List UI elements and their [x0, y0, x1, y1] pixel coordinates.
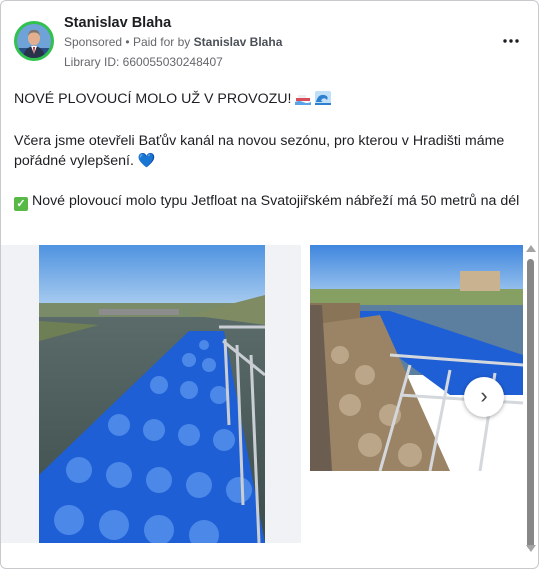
more-options-icon[interactable] [498, 32, 524, 50]
scroll-down-arrow-icon[interactable] [526, 545, 536, 552]
scroll-up-arrow-icon[interactable] [526, 245, 536, 252]
headline-line: NOVÉ PLOVOUCÍ MOLO UŽ V PROVOZU! [14, 89, 519, 111]
scrollbar-thumb[interactable] [527, 259, 534, 549]
check-mark-emoji-icon: ✓ [14, 197, 28, 211]
image-carousel[interactable]: › [1, 245, 538, 547]
paragraph-1: Včera jsme otevřeli Baťův kanál na novou… [14, 133, 505, 169]
paid-for-name[interactable]: Stanislav Blaha [194, 35, 283, 49]
author-avatar[interactable] [14, 21, 54, 61]
library-id: Library ID: 660055030248407 [64, 55, 223, 69]
wave-emoji-icon [315, 91, 332, 111]
post-text: NOVÉ PLOVOUCÍ MOLO UŽ V PROVOZU! Včera j… [14, 89, 519, 211]
floating-pier-photo-1[interactable] [39, 245, 265, 543]
carousel-card-1[interactable] [1, 245, 301, 543]
post-header: Stanislav Blaha Sponsored • Paid for by … [14, 14, 524, 70]
ship-emoji-icon [295, 91, 312, 111]
headline: NOVÉ PLOVOUCÍ MOLO UŽ V PROVOZU! [14, 91, 292, 107]
blue-heart-emoji-icon: 💙 [137, 153, 156, 169]
author-name[interactable]: Stanislav Blaha [64, 15, 171, 31]
carousel-next-button[interactable]: › [464, 377, 504, 417]
sponsored-label: Sponsored [64, 35, 123, 49]
chevron-right-icon: › [480, 383, 488, 408]
separator-dot: • [125, 35, 130, 49]
vertical-scrollbar[interactable] [525, 245, 537, 557]
carousel-card-2[interactable] [310, 245, 523, 471]
floating-pier-photo-2[interactable] [310, 245, 523, 471]
paragraph-2: ✓ Nové plovoucí molo typu Jetfloat na Sv… [14, 191, 519, 211]
ad-post-card: Stanislav Blaha Sponsored • Paid for by … [0, 0, 539, 569]
paid-for-prefix: Paid for by [132, 35, 191, 49]
sponsored-line: Sponsored • Paid for by Stanislav Blaha [64, 35, 282, 49]
